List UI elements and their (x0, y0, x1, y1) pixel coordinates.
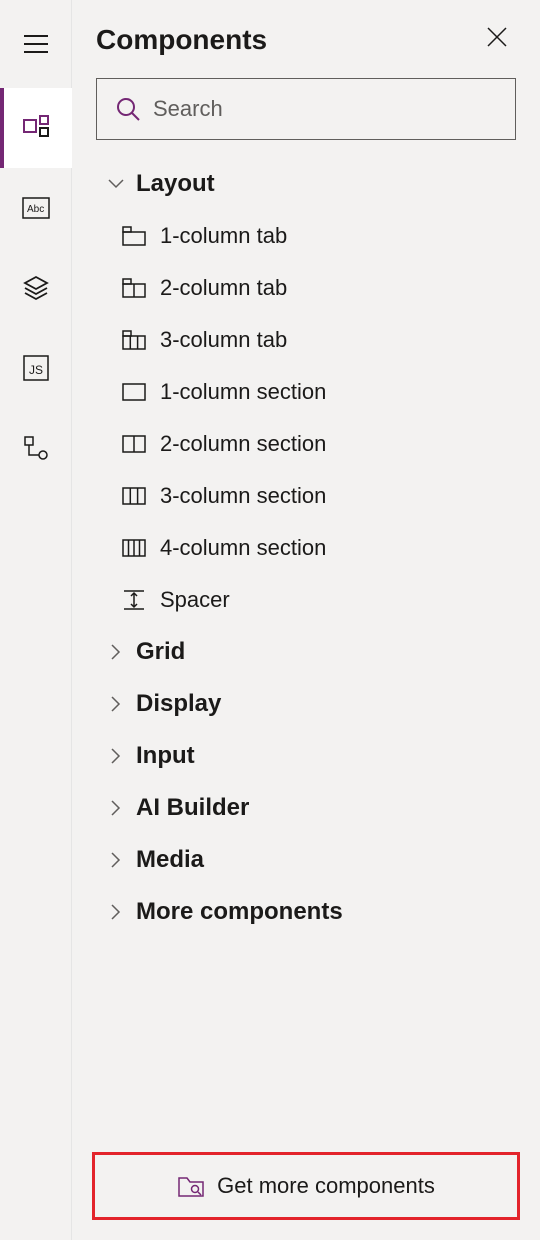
sidebar-item-text[interactable]: Abc (0, 168, 72, 248)
footer-label: Get more components (217, 1173, 435, 1199)
item-label: 1-column section (160, 379, 326, 405)
group-more-components: More components (84, 886, 540, 938)
chevron-right-icon (106, 642, 126, 662)
three-column-section-icon (120, 482, 148, 510)
group-grid: Grid (84, 626, 540, 678)
chevron-right-icon (106, 746, 126, 766)
sidebar-item-layers[interactable] (0, 248, 72, 328)
chevron-right-icon (106, 850, 126, 870)
folder-search-icon (177, 1174, 205, 1198)
sidebar-item-components[interactable] (0, 88, 72, 168)
panel-header: Components (72, 0, 540, 61)
group-label: Media (136, 846, 204, 874)
group-ai-builder: AI Builder (84, 782, 540, 834)
group-label: Grid (136, 638, 185, 666)
chevron-right-icon (106, 694, 126, 714)
group-label: More components (136, 898, 343, 926)
search-box[interactable] (96, 78, 516, 140)
one-column-tab-icon (120, 222, 148, 250)
component-tree: Layout 1-column tab (72, 158, 540, 1240)
close-icon (486, 26, 508, 48)
three-column-tab-icon (120, 326, 148, 354)
two-column-section-icon (120, 430, 148, 458)
group-label: Display (136, 690, 221, 718)
group-header-media[interactable]: Media (84, 834, 540, 886)
item-label: 2-column section (160, 431, 326, 457)
item-2-column-section[interactable]: 2-column section (110, 418, 540, 470)
group-header-ai-builder[interactable]: AI Builder (84, 782, 540, 834)
group-header-layout[interactable]: Layout (84, 158, 540, 210)
item-2-column-tab[interactable]: 2-column tab (110, 262, 540, 314)
group-input: Input (84, 730, 540, 782)
svg-text:JS: JS (29, 363, 43, 377)
group-label: Input (136, 742, 195, 770)
sidebar-item-flow[interactable] (0, 408, 72, 488)
svg-text:Abc: Abc (27, 204, 44, 215)
close-button[interactable] (478, 18, 516, 61)
group-label: Layout (136, 170, 215, 198)
left-sidebar: Abc JS (0, 0, 72, 1240)
item-label: 1-column tab (160, 223, 287, 249)
group-header-more[interactable]: More components (84, 886, 540, 938)
chevron-down-icon (106, 174, 126, 194)
group-header-input[interactable]: Input (84, 730, 540, 782)
item-label: 3-column section (160, 483, 326, 509)
group-display: Display (84, 678, 540, 730)
two-column-tab-icon (120, 274, 148, 302)
item-3-column-section[interactable]: 3-column section (110, 470, 540, 522)
one-column-section-icon (120, 378, 148, 406)
item-3-column-tab[interactable]: 3-column tab (110, 314, 540, 366)
layers-icon (22, 274, 50, 302)
chevron-right-icon (106, 798, 126, 818)
group-media: Media (84, 834, 540, 886)
sidebar-item-js[interactable]: JS (0, 328, 72, 408)
group-layout: Layout 1-column tab (84, 158, 540, 626)
js-icon: JS (23, 355, 49, 381)
item-label: 4-column section (160, 535, 326, 561)
item-1-column-tab[interactable]: 1-column tab (110, 210, 540, 262)
group-header-grid[interactable]: Grid (84, 626, 540, 678)
item-label: 2-column tab (160, 275, 287, 301)
get-more-components-button[interactable]: Get more components (92, 1152, 520, 1220)
panel-title: Components (96, 24, 267, 56)
hamburger-icon (24, 35, 48, 53)
spacer-icon (120, 586, 148, 614)
flow-icon (23, 435, 49, 461)
components-panel: Components Layout (72, 0, 540, 1240)
components-icon (22, 114, 50, 142)
hamburger-menu-button[interactable] (0, 20, 72, 68)
chevron-right-icon (106, 902, 126, 922)
item-4-column-section[interactable]: 4-column section (110, 522, 540, 574)
item-1-column-section[interactable]: 1-column section (110, 366, 540, 418)
text-icon: Abc (22, 197, 50, 219)
item-spacer[interactable]: Spacer (110, 574, 540, 626)
search-icon (115, 96, 141, 122)
group-header-display[interactable]: Display (84, 678, 540, 730)
group-layout-items: 1-column tab 2-column tab (84, 210, 540, 626)
search-input[interactable] (153, 96, 497, 122)
item-label: 3-column tab (160, 327, 287, 353)
four-column-section-icon (120, 534, 148, 562)
group-label: AI Builder (136, 794, 249, 822)
item-label: Spacer (160, 587, 230, 613)
